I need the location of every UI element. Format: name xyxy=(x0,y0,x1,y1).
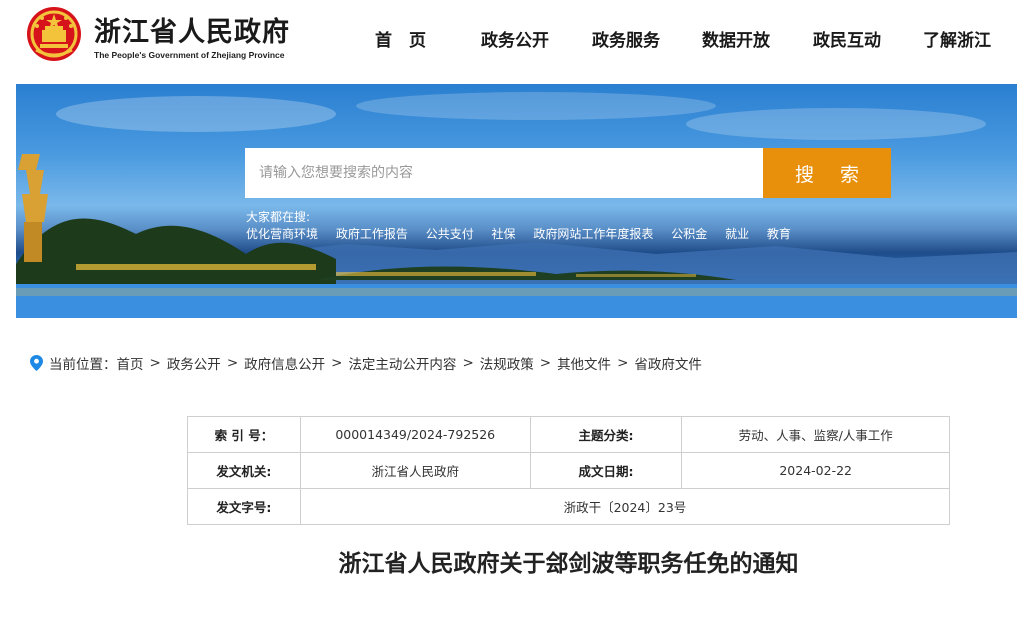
nav-interaction[interactable]: 政民互动 xyxy=(813,26,881,51)
national-emblem-icon xyxy=(27,7,81,61)
main-nav: 首 页 政务公开 政务服务 数据开放 政民互动 了解浙江 xyxy=(350,26,1015,54)
breadcrumb-regulations[interactable]: 法规政策 xyxy=(480,353,534,373)
hot-link-housing-fund[interactable]: 公积金 xyxy=(671,227,707,241)
nav-government-services[interactable]: 政务服务 xyxy=(592,26,660,51)
nav-home[interactable]: 首 页 xyxy=(375,26,426,51)
hot-link-social-security[interactable]: 社保 xyxy=(492,227,516,241)
breadcrumb-home[interactable]: 首页 xyxy=(117,353,144,373)
breadcrumb-info-disclosure[interactable]: 政府信息公开 xyxy=(244,353,325,373)
site-logo[interactable]: 浙江省人民政府 The People's Government of Zheji… xyxy=(26,6,306,66)
date-label: 成文日期: xyxy=(529,452,683,489)
breadcrumb-government-affairs[interactable]: 政务公开 xyxy=(167,353,221,373)
search-button[interactable]: 搜 索 xyxy=(763,148,891,198)
top-header: 浙江省人民政府 The People's Government of Zheji… xyxy=(0,0,1019,84)
breadcrumb-separator: > xyxy=(617,355,629,371)
breadcrumb-separator: > xyxy=(226,355,239,371)
document-number-label: 发文字号: xyxy=(187,488,301,525)
breadcrumb: 当前位置： 首页 > 政务公开 > 政府信息公开 > 法定主动公开内容 > 法规… xyxy=(30,353,702,373)
hot-search-label: 大家都在搜: xyxy=(246,210,311,224)
west-lake-scenery-image xyxy=(16,92,1017,318)
hot-link-annual-report[interactable]: 政府网站工作年度报表 xyxy=(533,227,653,241)
hot-link-employment[interactable]: 就业 xyxy=(725,227,749,241)
hot-link-business-environment[interactable]: 优化营商环境 xyxy=(246,227,318,241)
topic-category-value: 劳动、人事、监察/人事工作 xyxy=(681,416,950,453)
search-banner: 搜 索 大家都在搜: 优化营商环境 政府工作报告 公共支付 社保 政府网站工作年… xyxy=(16,84,1017,318)
hot-link-work-report[interactable]: 政府工作报告 xyxy=(336,227,408,241)
breadcrumb-label: 当前位置： xyxy=(49,357,117,373)
breadcrumb-statutory-content[interactable]: 法定主动公开内容 xyxy=(348,353,456,373)
issuer-value: 浙江省人民政府 xyxy=(299,452,531,489)
nav-open-data[interactable]: 数据开放 xyxy=(702,26,770,51)
hot-link-education[interactable]: 教育 xyxy=(767,227,791,241)
document-title: 浙江省人民政府关于郐剑波等职务任免的通知 xyxy=(338,551,799,577)
nav-government-affairs[interactable]: 政务公开 xyxy=(481,26,549,51)
hot-search-links: 优化营商环境 政府工作报告 公共支付 社保 政府网站工作年度报表 公积金 就业 … xyxy=(246,225,805,242)
table-row: 发文机关: 浙江省人民政府 成文日期: 2024-02-22 xyxy=(187,452,950,489)
topic-category-label: 主题分类: xyxy=(529,416,683,453)
breadcrumb-separator: > xyxy=(149,355,161,371)
search-input[interactable] xyxy=(245,148,763,198)
hot-link-public-payment[interactable]: 公共支付 xyxy=(426,227,474,241)
location-pin-icon xyxy=(30,355,43,371)
breadcrumb-separator: > xyxy=(539,355,552,371)
index-number-value: 000014349/2024-792526 xyxy=(299,416,531,453)
issuer-label: 发文机关: xyxy=(187,452,301,489)
date-value: 2024-02-22 xyxy=(681,452,950,489)
document-metadata-table: 索 引 号： 000014349/2024-792526 主题分类: 劳动、人事… xyxy=(187,416,951,525)
breadcrumb-other-files[interactable]: 其他文件 xyxy=(557,353,611,373)
table-row: 索 引 号： 000014349/2024-792526 主题分类: 劳动、人事… xyxy=(187,416,950,453)
nav-about-zhejiang[interactable]: 了解浙江 xyxy=(923,26,991,51)
breadcrumb-separator: > xyxy=(331,355,343,371)
site-title: 浙江省人民政府 xyxy=(94,17,290,48)
table-row: 发文字号: 浙政干〔2024〕23号 xyxy=(187,488,951,525)
site-subtitle: The People's Government of Zhejiang Prov… xyxy=(94,50,285,60)
index-number-label: 索 引 号： xyxy=(187,416,301,453)
breadcrumb-provincial-files[interactable]: 省政府文件 xyxy=(634,353,702,373)
breadcrumb-separator: > xyxy=(462,355,474,371)
document-number-value: 浙政干〔2024〕23号 xyxy=(299,488,951,525)
